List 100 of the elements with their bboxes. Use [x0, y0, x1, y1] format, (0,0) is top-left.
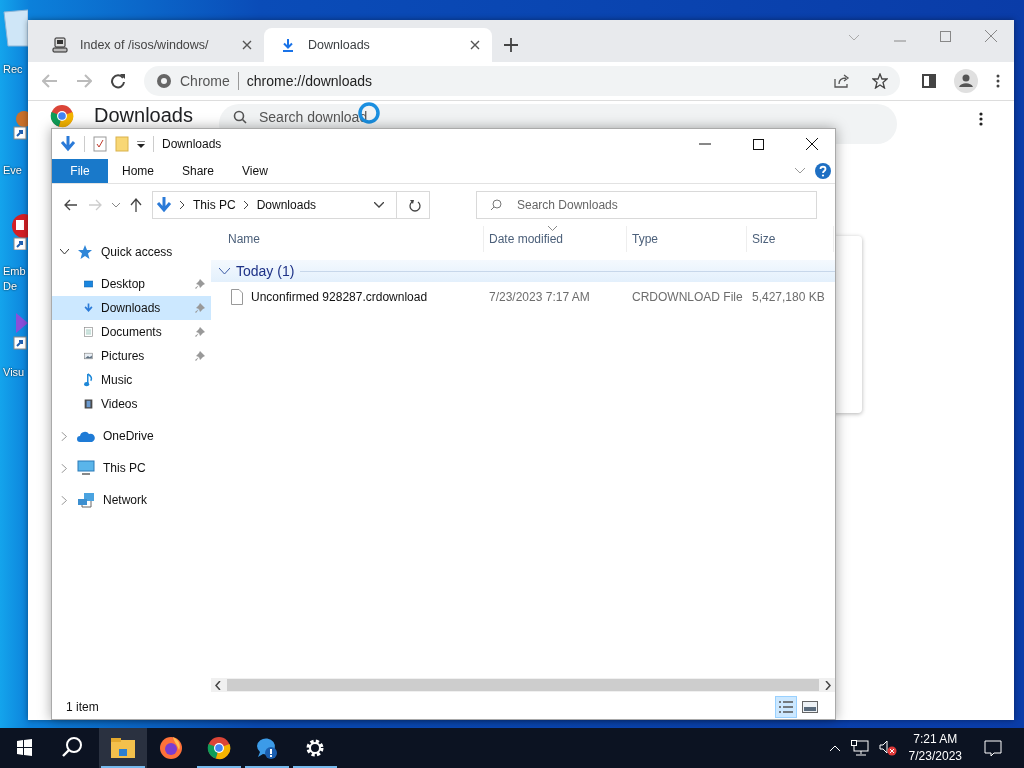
browser-tab[interactable]: Downloads — [264, 28, 492, 62]
table-cell-text: CRDOWNLOAD File — [631, 290, 744, 304]
table-cell-text: 5,427,180 KB — [751, 290, 826, 304]
nav-item[interactable]: Network — [52, 488, 211, 512]
address-bar[interactable]: This PC Downloads — [152, 191, 430, 219]
taskbar-app[interactable] — [99, 728, 147, 768]
chevron-icon[interactable] — [60, 249, 69, 255]
icon-label: Eve — [2, 163, 22, 178]
ribbon-tab[interactable]: View — [228, 159, 282, 183]
menu-icon[interactable] — [996, 74, 1000, 88]
recycle-bin-icon[interactable] — [0, 8, 28, 48]
cloud-icon — [77, 430, 95, 442]
close-icon[interactable] — [470, 40, 480, 50]
site-icon — [156, 73, 172, 89]
browser-icon — [207, 736, 231, 760]
details-view-icon — [778, 700, 794, 714]
chevron-icon — [243, 201, 249, 209]
file-icon — [231, 289, 243, 305]
picture-icon — [802, 701, 818, 713]
column-header[interactable]: Date modified — [484, 226, 627, 252]
nav-item[interactable]: This PC — [52, 456, 211, 480]
pin-icon[interactable] — [195, 327, 205, 337]
nav-item[interactable]: Downloads — [52, 296, 211, 320]
back-icon[interactable] — [64, 199, 78, 211]
volume-icon[interactable] — [878, 740, 897, 756]
document-icon — [84, 324, 93, 340]
browser-icon — [159, 736, 183, 760]
search-icon — [233, 110, 247, 124]
settings-icon — [305, 738, 325, 758]
clock-time[interactable]: 7:21 AM — [913, 731, 958, 748]
close-icon[interactable] — [806, 138, 818, 150]
profile-icon[interactable] — [954, 69, 978, 93]
dropdown-icon[interactable] — [137, 140, 145, 148]
nav-item[interactable]: OneDrive — [52, 424, 211, 448]
chevron-icon — [219, 267, 230, 275]
column-header[interactable]: Type — [627, 226, 747, 252]
refresh-icon[interactable] — [409, 198, 421, 212]
computer-icon — [77, 460, 95, 476]
sort-caret-icon — [548, 226, 557, 231]
nav-item[interactable]: Pictures — [52, 344, 211, 368]
chat-bubble-icon — [255, 736, 279, 760]
pin-icon[interactable] — [195, 279, 205, 289]
notification-icon[interactable] — [984, 739, 1002, 757]
dropdown-icon[interactable] — [374, 202, 384, 208]
menu-icon[interactable] — [979, 112, 983, 126]
icon-label: Rec — [2, 62, 23, 77]
computer-icon — [52, 37, 68, 53]
breadcrumb[interactable]: Downloads — [256, 198, 317, 212]
up-icon[interactable] — [130, 198, 142, 212]
search-icon — [490, 199, 502, 211]
nav-item[interactable]: Quick access — [52, 240, 211, 264]
new-tab-icon[interactable] — [504, 38, 518, 52]
view-button[interactable] — [775, 696, 797, 718]
nav-item[interactable]: Desktop — [52, 272, 211, 296]
ribbon-tab[interactable]: File — [52, 159, 108, 183]
page-heading: Downloads — [94, 104, 194, 126]
browser-tab[interactable]: Index of /isos/windows/ — [36, 28, 264, 62]
download-icon — [60, 135, 76, 153]
ribbon-tab[interactable]: Home — [108, 159, 168, 183]
nav-item[interactable]: Music — [52, 368, 211, 392]
music-note-icon — [84, 371, 93, 389]
group-header[interactable]: Today (1) — [211, 260, 835, 282]
network-icon — [77, 492, 95, 508]
help-icon[interactable] — [815, 163, 831, 179]
file-name-cell[interactable]: Unconfirmed 928287.crdownload — [211, 289, 484, 305]
nav-item[interactable]: Documents — [52, 320, 211, 344]
scroll-right-icon[interactable] — [825, 680, 831, 690]
icon-label: De — [2, 279, 18, 294]
column-header[interactable]: Size — [747, 226, 834, 252]
site-label: Chrome — [180, 73, 230, 89]
clock-date[interactable]: 7/23/2023 — [908, 748, 962, 765]
pin-icon[interactable] — [195, 351, 205, 361]
url-text: chrome://downloads — [246, 73, 373, 89]
reload-icon[interactable] — [110, 73, 126, 89]
download-icon — [280, 37, 296, 53]
chevron-icon — [180, 201, 185, 209]
desktop-icon — [84, 277, 93, 291]
table-cell-text: 7/23/2023 7:17 AM — [488, 290, 591, 304]
column-header[interactable]: Name — [211, 226, 484, 252]
ribbon-tab[interactable]: Share — [168, 159, 229, 183]
address-bar[interactable]: Chrome chrome://downloads — [144, 66, 900, 96]
chevron-up-icon[interactable] — [828, 744, 841, 752]
star-icon[interactable] — [872, 73, 888, 89]
star-icon — [77, 244, 93, 260]
share-icon[interactable] — [834, 74, 850, 88]
status-text: 1 item — [66, 700, 99, 714]
scroll-left-icon[interactable] — [215, 680, 221, 690]
search-field[interactable]: Search Downloads — [476, 191, 817, 219]
scrollbar[interactable] — [211, 678, 835, 692]
nav-item[interactable]: Videos — [52, 392, 211, 416]
side-panel-icon[interactable] — [922, 74, 936, 88]
breadcrumb[interactable]: This PC — [193, 198, 236, 212]
folder-icon — [111, 738, 135, 758]
maximize-icon[interactable] — [753, 138, 764, 150]
icon-label: Visu — [2, 365, 25, 380]
close-icon[interactable] — [242, 40, 252, 50]
download-icon — [156, 196, 172, 214]
window-title: Downloads — [162, 137, 222, 151]
network-icon[interactable] — [850, 740, 869, 756]
properties-icon[interactable] — [93, 136, 107, 152]
